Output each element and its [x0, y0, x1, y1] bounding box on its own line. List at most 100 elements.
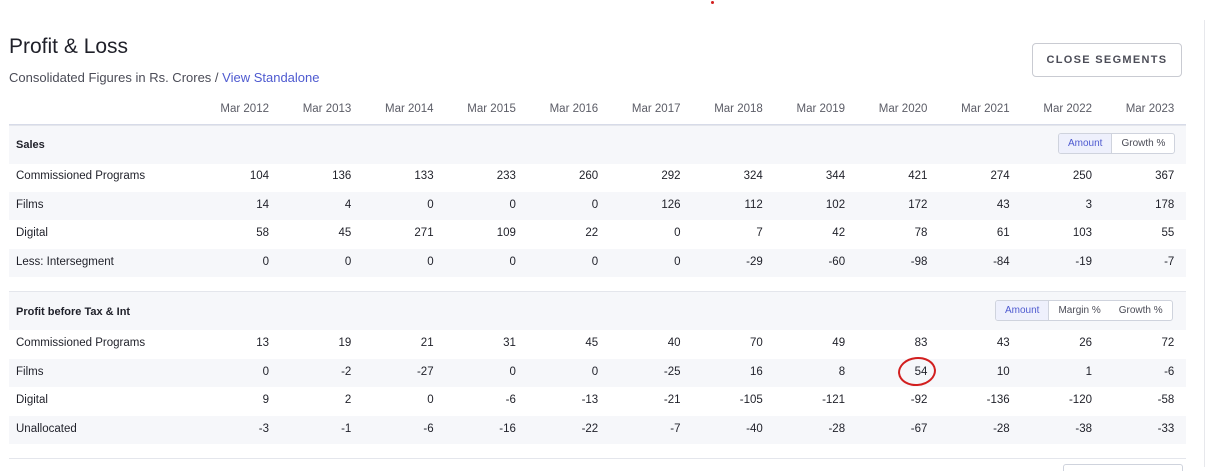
- year-header: Mar 2013: [302, 103, 352, 115]
- table-cell: 0: [427, 255, 434, 268]
- table-cell: 0: [591, 365, 599, 378]
- table-cell: -13: [581, 394, 599, 406]
- table-cell: 178: [1155, 198, 1175, 211]
- table-cell: 0: [427, 198, 434, 211]
- table-cell: 10: [996, 365, 1010, 378]
- row-label: Commissioned Programs: [16, 170, 146, 182]
- table-cell: 133: [414, 170, 434, 182]
- table-row: Commissioned Programs 104 136 133 233 260 292 3…: [9, 163, 1186, 191]
- row-label: Digital: [16, 227, 48, 239]
- table-cell: 0: [674, 227, 681, 239]
- table-cell: 70: [750, 337, 763, 349]
- table-row: Digital 9 2 0 -6 -13 -21 -105 -121 -92 -136 -120 -58: [9, 387, 1186, 415]
- pbt-section-header: Profit before Tax & Int Amount Margin % Gr…: [9, 291, 1186, 330]
- sales-toggle-amount[interactable]: Amount: [1059, 134, 1113, 153]
- table-cell: 42: [832, 227, 846, 239]
- table-row: Commissioned Programs 13 19 21 31 45 40 70 49 83 4…: [9, 330, 1186, 358]
- table-cell: 40: [667, 337, 681, 349]
- year-header: Mar 2017: [631, 103, 681, 115]
- table-cell: 55: [1161, 227, 1175, 239]
- table-cell: 233: [496, 170, 516, 182]
- table-cell: -16: [499, 422, 516, 435]
- table-cell: 3: [1085, 198, 1092, 211]
- table-cell: 0: [344, 255, 352, 268]
- table-row: Films 0 -2 -27 0 0 -25 16 8 54 10 1 -6: [9, 358, 1186, 387]
- table-cell: 112: [744, 198, 763, 211]
- table-cell: 26: [1079, 337, 1092, 349]
- table-cell: 103: [1072, 227, 1092, 239]
- year-header: Mar 2022: [1043, 103, 1092, 115]
- year-header: Mar 2020: [878, 103, 928, 115]
- table-cell: -120: [1068, 394, 1092, 406]
- table-cell: 0: [509, 198, 516, 211]
- table-cell: 1: [1085, 365, 1092, 378]
- table-cell: 22: [585, 227, 599, 239]
- table-cell: 250: [1072, 170, 1092, 182]
- table-cell: 61: [996, 227, 1010, 239]
- pbt-toggle-margin[interactable]: Margin %: [1049, 301, 1109, 320]
- table-cell: -40: [746, 422, 763, 435]
- pbt-toggle-amount[interactable]: Amount: [996, 301, 1050, 320]
- table-cell: 126: [661, 198, 681, 211]
- close-segments-button[interactable]: CLOSE SEGMENTS: [1032, 43, 1182, 77]
- year-header-row: Mar 2012 Mar 2013 Mar 2014 Mar 2015 Mar 2016…: [9, 100, 1186, 126]
- sales-section-title: Sales: [16, 139, 45, 151]
- table-cell: 45: [338, 227, 352, 239]
- pbt-toggle-growth[interactable]: Growth %: [1110, 301, 1172, 320]
- table-cell: 14: [256, 198, 269, 211]
- table-cell: 421: [908, 170, 928, 182]
- table-cell: -19: [1075, 255, 1092, 268]
- row-label: Less: Intersegment: [16, 255, 114, 268]
- table-row: Films 14 4 0 0 0 126 112 102 172 43 3 178: [9, 191, 1186, 220]
- row-label: Unallocated: [16, 422, 77, 435]
- table-cell: -3: [258, 422, 269, 435]
- table-cell: 8: [838, 365, 846, 378]
- table-cell: 0: [591, 198, 599, 211]
- table-cell: -38: [1075, 422, 1092, 435]
- table-cell: 13: [256, 337, 269, 349]
- year-header: Mar 2018: [714, 103, 763, 115]
- table-cell: 0: [591, 255, 599, 268]
- table-cell: 172: [908, 198, 928, 211]
- table-cell: -28: [993, 422, 1010, 435]
- table-cell: 271: [414, 227, 434, 239]
- table-cell: 274: [990, 170, 1010, 182]
- table-row: Less: Intersegment 0 0 0 0 0 0 -29 -60 -98 -84 -19 -…: [9, 248, 1186, 277]
- row-label: Films: [16, 365, 44, 378]
- table-cell: -121: [822, 394, 846, 406]
- sales-toggle-growth[interactable]: Growth %: [1112, 134, 1174, 153]
- table-cell: -105: [739, 394, 763, 406]
- table-cell: 19: [338, 337, 352, 349]
- table-cell: -2: [341, 365, 352, 378]
- table-cell: 58: [256, 227, 269, 239]
- table-cell: -136: [986, 394, 1010, 406]
- year-header: Mar 2016: [549, 103, 599, 115]
- year-header: Mar 2014: [385, 103, 434, 115]
- year-header: Mar 2015: [467, 103, 516, 115]
- subtitle-text: Consolidated Figures in Rs. Crores /: [9, 70, 223, 85]
- table-cell: -21: [663, 394, 681, 406]
- year-header: Mar 2023: [1125, 103, 1175, 115]
- table-cell: 21: [420, 337, 434, 349]
- table-cell: 9: [262, 394, 269, 406]
- table-cell: 7: [756, 227, 763, 239]
- table-cell: -22: [581, 422, 599, 435]
- table-cell: -6: [505, 394, 516, 406]
- table-cell: 367: [1155, 170, 1175, 182]
- page-subtitle: Consolidated Figures in Rs. Crores / Vie…: [9, 70, 320, 85]
- view-standalone-link[interactable]: View Standalone: [222, 70, 319, 85]
- table-cell: 2: [344, 394, 352, 406]
- table-cell: 83: [914, 337, 928, 349]
- table-cell: 43: [996, 198, 1010, 211]
- table-row: Digital 58 45 271 109 22 0 7 42 78 61 103 55: [9, 220, 1186, 248]
- table-cell: -27: [416, 365, 434, 378]
- table-cell: -33: [1157, 422, 1175, 435]
- table-row: Unallocated -3 -1 -6 -16 -22 -7 -40 -28 -67 -28 -38…: [9, 415, 1186, 444]
- table-cell: 136: [332, 170, 352, 182]
- table-cell: 0: [262, 255, 269, 268]
- table-cell: 102: [825, 198, 846, 211]
- sales-section-header: Sales Amount Growth %: [9, 125, 1186, 164]
- table-cell: 0: [262, 365, 269, 378]
- year-header: Mar 2019: [796, 103, 846, 115]
- table-cell: -60: [828, 255, 846, 268]
